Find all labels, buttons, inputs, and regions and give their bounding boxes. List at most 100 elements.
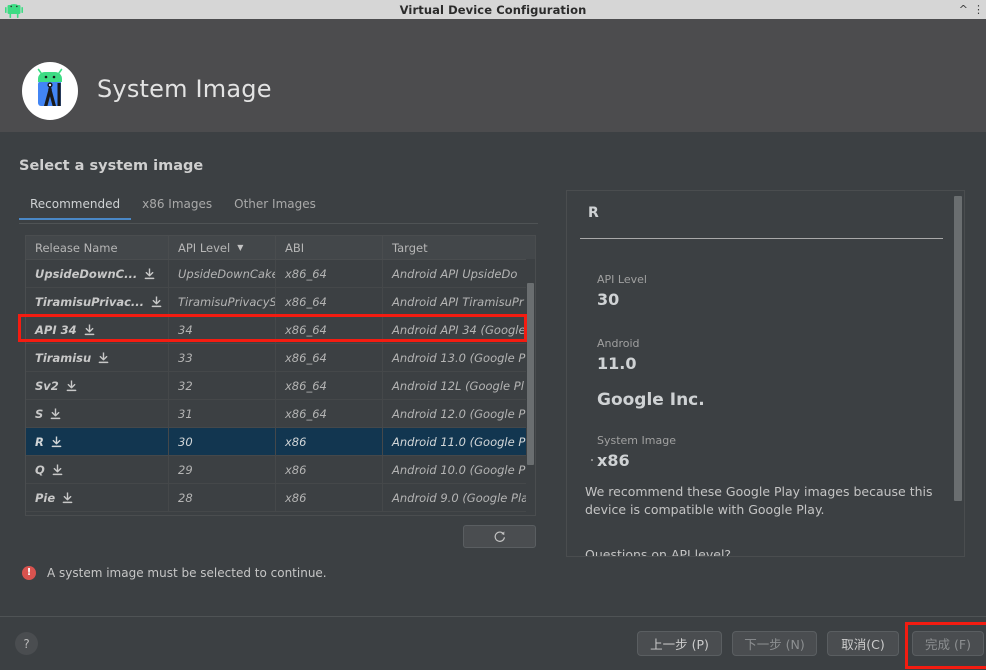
table-row[interactable]: Q 29 x86 Android 10.0 (Google P: [26, 456, 535, 484]
sort-descending-caret-icon[interactable]: ▼: [237, 243, 243, 252]
release-name-label: Sv2: [35, 378, 59, 393]
cell-target: Android 11.0 (Google P: [392, 434, 526, 449]
cell-release-name: S: [26, 400, 169, 427]
cell-release-name: Tiramisu: [26, 344, 169, 371]
window-titlebar: Virtual Device Configuration ^ ⋮: [0, 0, 986, 19]
download-icon[interactable]: [52, 464, 63, 476]
dialog-header: System Image: [0, 19, 986, 132]
release-name-label: API 34: [35, 322, 77, 337]
cell-release-name: Pie: [26, 484, 169, 511]
detail-divider: [580, 238, 943, 239]
detail-recommendation-text: We recommend these Google Play images be…: [585, 484, 933, 517]
validation-error-text: A system image must be selected to conti…: [47, 566, 327, 580]
refresh-icon: [494, 531, 505, 542]
download-icon[interactable]: [66, 380, 77, 392]
table-scrollbar-track[interactable]: [526, 259, 535, 515]
cell-api-level: TiramisuPrivacySa: [169, 288, 276, 315]
download-icon[interactable]: [84, 324, 95, 336]
table-row[interactable]: UpsideDownC... UpsideDownCake x86_64 Androi…: [26, 260, 535, 288]
cell-target: Android 13.0 (Google P: [392, 350, 526, 365]
detail-scrollbar-thumb[interactable]: [954, 196, 962, 501]
help-button[interactable]: ?: [15, 632, 38, 655]
next-button-label: 下一步 (N): [744, 637, 805, 652]
cell-abi: x86_64: [276, 260, 383, 287]
table-row[interactable]: Sv2 32 x86_64 Android 12L (Google Pl: [26, 372, 535, 400]
tab-x86-images[interactable]: x86 Images: [131, 194, 223, 219]
download-icon[interactable]: [144, 268, 155, 280]
detail-api-level-value: 30: [597, 290, 620, 309]
table-body: UpsideDownC... UpsideDownCake x86_64 Androi…: [26, 260, 535, 512]
cell-api-level: 28: [169, 484, 276, 511]
tab-recommended[interactable]: Recommended: [19, 194, 132, 220]
previous-button[interactable]: 上一步 (P): [637, 631, 722, 656]
cell-abi: x86_64: [276, 400, 383, 427]
cell-abi: x86_64: [276, 344, 383, 371]
release-name-label: S: [35, 406, 44, 421]
cell-api-level: 33: [169, 344, 276, 371]
download-icon[interactable]: [98, 352, 109, 364]
download-icon[interactable]: [151, 296, 162, 308]
release-name-label: UpsideDownC...: [35, 266, 138, 281]
tab-x86-images-label: x86 Images: [142, 197, 213, 211]
cell-abi: x86_64: [276, 288, 383, 315]
detail-bullet-icon: [591, 459, 593, 461]
cell-abi: x86_64: [276, 372, 383, 399]
tab-recommended-label: Recommended: [30, 197, 121, 211]
table-row[interactable]: Pie 28 x86 Android 9.0 (Google Pla: [26, 484, 535, 512]
cell-abi: x86: [276, 484, 383, 511]
table-header-row: Release Name API Level ▼ ABI Target: [26, 236, 535, 260]
cell-target: Android API 34 (Google: [392, 322, 526, 337]
cell-api-level: 31: [169, 400, 276, 427]
table-scrollbar-thumb[interactable]: [527, 283, 534, 465]
help-button-label: ?: [23, 636, 30, 651]
table-row[interactable]: S 31 x86_64 Android 12.0 (Google P: [26, 400, 535, 428]
cell-api-level: 32: [169, 372, 276, 399]
cell-release-name: Sv2: [26, 372, 169, 399]
column-header-api-level-label: API Level: [178, 240, 231, 255]
cell-api-level: 34: [169, 316, 276, 343]
refresh-button[interactable]: [463, 525, 536, 548]
tab-other-images[interactable]: Other Images: [223, 194, 327, 219]
table-row[interactable]: TiramisuPrivac... TiramisuPrivacySa x86_64…: [26, 288, 535, 316]
detail-vendor: Google Inc.: [597, 390, 705, 410]
cell-target: Android 9.0 (Google Pla: [392, 490, 528, 505]
cell-api-level: 29: [169, 456, 276, 483]
cell-release-name: R: [26, 428, 169, 455]
detail-android-label: Android: [597, 337, 640, 350]
release-name-label: Pie: [35, 490, 56, 505]
page-title: System Image: [97, 75, 272, 103]
download-icon[interactable]: [51, 436, 62, 448]
cell-release-name: Q: [26, 456, 169, 483]
tab-other-images-label: Other Images: [234, 197, 316, 211]
dialog-footer: ? 上一步 (P) 下一步 (N) 取消(C) 完成 (F): [0, 616, 986, 670]
cell-release-name: API 34: [26, 316, 169, 343]
cell-target: Android 10.0 (Google P: [392, 462, 526, 477]
cell-target: Android 12L (Google Pl: [392, 378, 524, 393]
detail-android-value: 11.0: [597, 354, 637, 373]
next-button[interactable]: 下一步 (N): [732, 631, 817, 656]
table-row[interactable]: R 30 x86 Android 11.0 (Google P: [26, 428, 535, 456]
finish-button-label: 完成 (F): [925, 637, 971, 652]
download-icon[interactable]: [50, 408, 61, 420]
cell-api-level: UpsideDownCake: [169, 260, 276, 287]
detail-api-level-label: API Level: [597, 273, 647, 286]
cell-release-name: UpsideDownC...: [26, 260, 169, 287]
column-header-abi[interactable]: ABI: [276, 236, 383, 259]
column-header-api-level[interactable]: API Level ▼: [169, 236, 276, 259]
cancel-button[interactable]: 取消(C): [827, 631, 899, 656]
table-row[interactable]: Tiramisu 33 x86_64 Android 13.0 (Google P: [26, 344, 535, 372]
finish-button[interactable]: 完成 (F): [912, 631, 984, 656]
cell-target: Android API TiramisuPr: [392, 294, 524, 309]
download-icon[interactable]: [62, 492, 73, 504]
column-header-target[interactable]: Target: [383, 236, 528, 259]
validation-error: ! A system image must be selected to con…: [22, 566, 327, 580]
system-image-table[interactable]: Release Name API Level ▼ ABI Target Upsi…: [25, 235, 536, 516]
cell-target: Android API UpsideDo: [392, 266, 518, 281]
column-header-release-name[interactable]: Release Name: [26, 236, 169, 259]
vertical-dots-icon[interactable]: ⋮: [973, 4, 984, 15]
chevron-up-icon[interactable]: ^: [959, 4, 968, 15]
detail-questions-link[interactable]: Questions on API level?: [585, 547, 731, 556]
cell-target: Android 12.0 (Google P: [392, 406, 526, 421]
table-row[interactable]: API 34 34 x86_64 Android API 34 (Google: [26, 316, 535, 344]
release-name-label: Tiramisu: [35, 350, 92, 365]
